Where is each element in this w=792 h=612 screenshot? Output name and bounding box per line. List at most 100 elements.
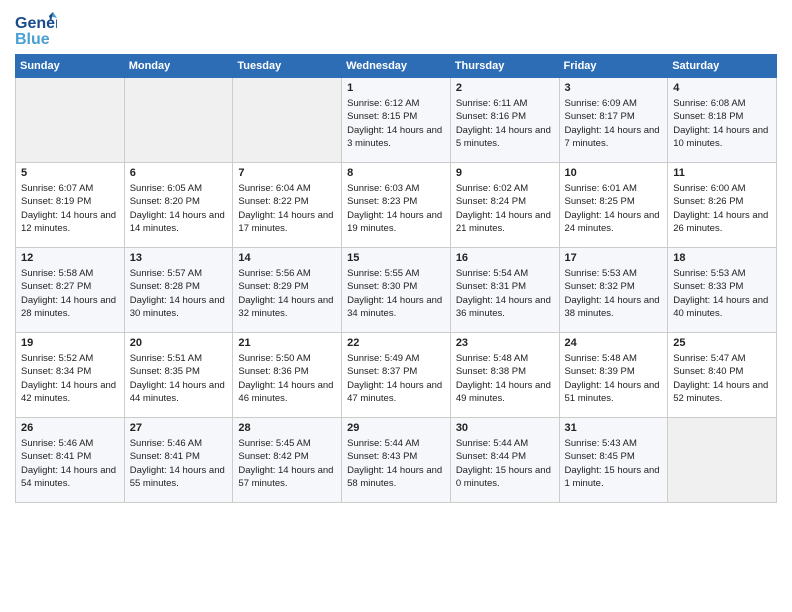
day-number: 30	[456, 422, 554, 434]
calendar-cell: 29 Sunrise: 5:44 AM Sunset: 8:43 PM Dayli…	[342, 418, 451, 503]
calendar-header-monday: Monday	[124, 55, 233, 78]
calendar-header-wednesday: Wednesday	[342, 55, 451, 78]
day-info: Sunrise: 6:00 AM Sunset: 8:26 PM Dayligh…	[673, 182, 771, 235]
calendar-body: 1 Sunrise: 6:12 AM Sunset: 8:15 PM Daylig…	[16, 78, 777, 503]
calendar-cell: 16Sunrise: 5:54 AM Sunset: 8:31 PM Dayli…	[450, 248, 559, 333]
day-number: 10	[565, 167, 663, 179]
calendar-cell: 19 Sunrise: 5:52 AM Sunset: 8:34 PM Dayli…	[16, 333, 125, 418]
day-info: Sunrise: 6:11 AM Sunset: 8:16 PM Dayligh…	[456, 97, 554, 150]
calendar-cell: 17 Sunrise: 5:53 AM Sunset: 8:32 PM Dayli…	[559, 248, 668, 333]
calendar-cell: 31 Sunrise: 5:43 AM Sunset: 8:45 PM Dayli…	[559, 418, 668, 503]
calendar-cell: 23 Sunrise: 5:48 AM Sunset: 8:38 PM Dayli…	[450, 333, 559, 418]
day-number: 6	[130, 167, 228, 179]
day-info: Sunrise: 5:45 AM Sunset: 8:42 PM Dayligh…	[238, 437, 336, 490]
calendar-cell: 15Sunrise: 5:55 AM Sunset: 8:30 PM Dayli…	[342, 248, 451, 333]
day-number: 24	[565, 337, 663, 349]
day-number: 31	[565, 422, 663, 434]
calendar-header-friday: Friday	[559, 55, 668, 78]
day-info: Sunrise: 5:56 AM Sunset: 8:29 PM Dayligh…	[238, 267, 336, 320]
calendar-cell: 1 Sunrise: 6:12 AM Sunset: 8:15 PM Daylig…	[342, 78, 451, 163]
logo-bird-icon: General Blue	[15, 10, 57, 46]
calendar-header-thursday: Thursday	[450, 55, 559, 78]
day-info: Sunrise: 5:57 AM Sunset: 8:28 PM Dayligh…	[130, 267, 228, 320]
calendar-week-1: 1 Sunrise: 6:12 AM Sunset: 8:15 PM Daylig…	[16, 78, 777, 163]
calendar-cell: 9 Sunrise: 6:02 AM Sunset: 8:24 PM Daylig…	[450, 163, 559, 248]
calendar-week-3: 12 Sunrise: 5:58 AM Sunset: 8:27 PM Dayli…	[16, 248, 777, 333]
calendar-cell: 13 Sunrise: 5:57 AM Sunset: 8:28 PM Dayli…	[124, 248, 233, 333]
calendar-cell	[233, 78, 342, 163]
day-info: Sunrise: 6:09 AM Sunset: 8:17 PM Dayligh…	[565, 97, 663, 150]
calendar-cell: 30 Sunrise: 5:44 AM Sunset: 8:44 PM Dayli…	[450, 418, 559, 503]
calendar-cell: 12 Sunrise: 5:58 AM Sunset: 8:27 PM Dayli…	[16, 248, 125, 333]
calendar-cell: 18 Sunrise: 5:53 AM Sunset: 8:33 PM Dayli…	[668, 248, 777, 333]
logo: General Blue	[15, 10, 57, 46]
day-info: Sunrise: 5:48 AM Sunset: 8:38 PM Dayligh…	[456, 352, 554, 405]
svg-text:Blue: Blue	[15, 31, 50, 46]
calendar-header-sunday: Sunday	[16, 55, 125, 78]
day-info: Sunrise: 5:53 AM Sunset: 8:32 PM Dayligh…	[565, 267, 663, 320]
calendar-cell: 5 Sunrise: 6:07 AM Sunset: 8:19 PM Daylig…	[16, 163, 125, 248]
day-number: 19	[21, 337, 119, 349]
day-number: 17	[565, 252, 663, 264]
calendar-header-saturday: Saturday	[668, 55, 777, 78]
day-number: 3	[565, 82, 663, 94]
day-info: Sunrise: 6:04 AM Sunset: 8:22 PM Dayligh…	[238, 182, 336, 235]
calendar-cell: 25Sunrise: 5:47 AM Sunset: 8:40 PM Dayli…	[668, 333, 777, 418]
day-info: Sunrise: 5:44 AM Sunset: 8:43 PM Dayligh…	[347, 437, 445, 490]
page-header: General Blue	[15, 10, 777, 46]
calendar-header-tuesday: Tuesday	[233, 55, 342, 78]
day-info: Sunrise: 6:08 AM Sunset: 8:18 PM Dayligh…	[673, 97, 771, 150]
day-number: 22	[347, 337, 445, 349]
day-info: Sunrise: 6:07 AM Sunset: 8:19 PM Dayligh…	[21, 182, 119, 235]
calendar-cell	[16, 78, 125, 163]
day-info: Sunrise: 5:53 AM Sunset: 8:33 PM Dayligh…	[673, 267, 771, 320]
day-info: Sunrise: 5:51 AM Sunset: 8:35 PM Dayligh…	[130, 352, 228, 405]
day-info: Sunrise: 5:58 AM Sunset: 8:27 PM Dayligh…	[21, 267, 119, 320]
calendar-cell: 8 Sunrise: 6:03 AM Sunset: 8:23 PM Daylig…	[342, 163, 451, 248]
calendar-header-row: SundayMondayTuesdayWednesdayThursdayFrid…	[16, 55, 777, 78]
day-number: 29	[347, 422, 445, 434]
day-info: Sunrise: 5:44 AM Sunset: 8:44 PM Dayligh…	[456, 437, 554, 490]
calendar-week-5: 26 Sunrise: 5:46 AM Sunset: 8:41 PM Dayli…	[16, 418, 777, 503]
day-info: Sunrise: 6:02 AM Sunset: 8:24 PM Dayligh…	[456, 182, 554, 235]
calendar-cell: 22 Sunrise: 5:49 AM Sunset: 8:37 PM Dayli…	[342, 333, 451, 418]
day-info: Sunrise: 6:03 AM Sunset: 8:23 PM Dayligh…	[347, 182, 445, 235]
day-number: 26	[21, 422, 119, 434]
day-number: 8	[347, 167, 445, 179]
calendar-cell	[668, 418, 777, 503]
calendar-cell: 26 Sunrise: 5:46 AM Sunset: 8:41 PM Dayli…	[16, 418, 125, 503]
day-number: 23	[456, 337, 554, 349]
calendar-cell: 7 Sunrise: 6:04 AM Sunset: 8:22 PM Daylig…	[233, 163, 342, 248]
calendar-cell	[124, 78, 233, 163]
calendar-cell: 4 Sunrise: 6:08 AM Sunset: 8:18 PM Daylig…	[668, 78, 777, 163]
day-info: Sunrise: 5:50 AM Sunset: 8:36 PM Dayligh…	[238, 352, 336, 405]
calendar-week-4: 19 Sunrise: 5:52 AM Sunset: 8:34 PM Dayli…	[16, 333, 777, 418]
day-number: 7	[238, 167, 336, 179]
day-info: Sunrise: 5:49 AM Sunset: 8:37 PM Dayligh…	[347, 352, 445, 405]
day-number: 4	[673, 82, 771, 94]
day-info: Sunrise: 6:01 AM Sunset: 8:25 PM Dayligh…	[565, 182, 663, 235]
day-info: Sunrise: 6:05 AM Sunset: 8:20 PM Dayligh…	[130, 182, 228, 235]
day-number: 25	[673, 337, 771, 349]
day-number: 18	[673, 252, 771, 264]
day-number: 12	[21, 252, 119, 264]
calendar-week-2: 5 Sunrise: 6:07 AM Sunset: 8:19 PM Daylig…	[16, 163, 777, 248]
calendar-cell: 10 Sunrise: 6:01 AM Sunset: 8:25 PM Dayli…	[559, 163, 668, 248]
calendar-cell: 21 Sunrise: 5:50 AM Sunset: 8:36 PM Dayli…	[233, 333, 342, 418]
day-number: 1	[347, 82, 445, 94]
day-info: Sunrise: 5:46 AM Sunset: 8:41 PM Dayligh…	[130, 437, 228, 490]
day-number: 9	[456, 167, 554, 179]
day-info: Sunrise: 5:52 AM Sunset: 8:34 PM Dayligh…	[21, 352, 119, 405]
day-number: 21	[238, 337, 336, 349]
day-number: 5	[21, 167, 119, 179]
calendar-cell: 3 Sunrise: 6:09 AM Sunset: 8:17 PM Daylig…	[559, 78, 668, 163]
calendar-cell: 6 Sunrise: 6:05 AM Sunset: 8:20 PM Daylig…	[124, 163, 233, 248]
day-number: 14	[238, 252, 336, 264]
day-info: Sunrise: 5:54 AM Sunset: 8:31 PM Dayligh…	[456, 267, 554, 320]
day-number: 13	[130, 252, 228, 264]
day-info: Sunrise: 6:12 AM Sunset: 8:15 PM Dayligh…	[347, 97, 445, 150]
calendar-cell: 24Sunrise: 5:48 AM Sunset: 8:39 PM Dayli…	[559, 333, 668, 418]
day-number: 20	[130, 337, 228, 349]
day-info: Sunrise: 5:46 AM Sunset: 8:41 PM Dayligh…	[21, 437, 119, 490]
day-info: Sunrise: 5:43 AM Sunset: 8:45 PM Dayligh…	[565, 437, 663, 490]
